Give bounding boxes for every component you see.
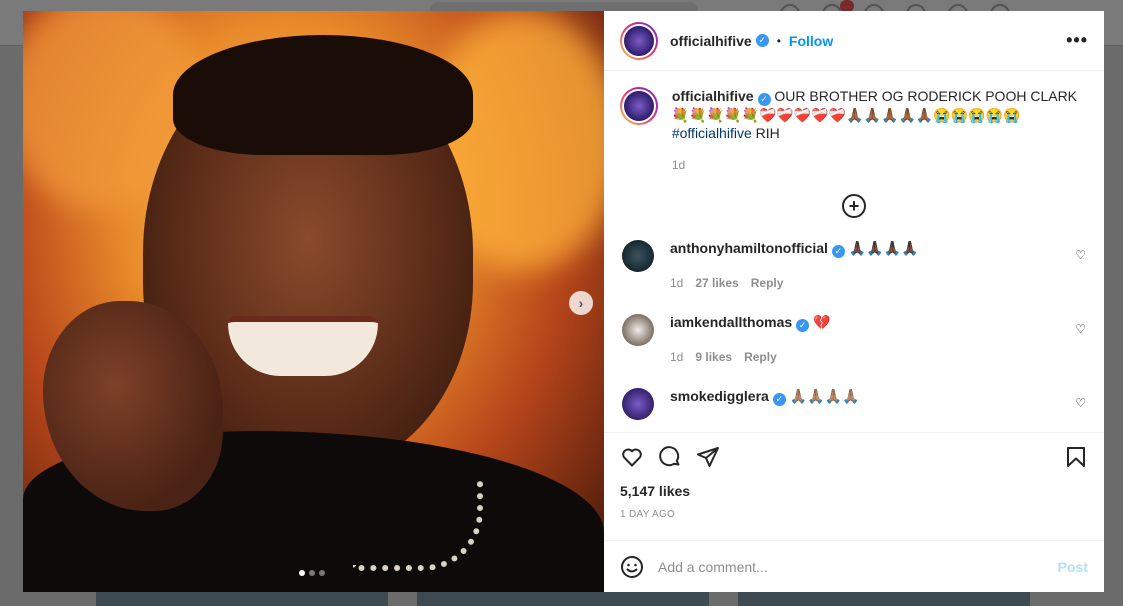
portrait-hair: [173, 35, 473, 155]
author-avatar[interactable]: [620, 87, 658, 125]
post-age: 1 DAY AGO: [620, 509, 676, 520]
comment-item: anthonyhamiltonofficial ✓ 🙏🏿🙏🏿🙏🏿🙏🏿 1d 27 …: [620, 239, 1088, 298]
comment-text: 💔: [813, 313, 831, 330]
comment-like-heart-icon[interactable]: ♡: [1075, 396, 1086, 410]
verified-badge-icon: ✓: [755, 34, 769, 47]
author-username[interactable]: officialhifive: [670, 33, 752, 49]
commenter-username[interactable]: iamkendallthomas: [670, 314, 792, 330]
comment-likes[interactable]: 27 likes: [695, 276, 738, 290]
post-caption: officialhifive ✓ OUR BROTHER OG RODERICK …: [620, 87, 1088, 174]
post-header: officialhifive ✓ • Follow •••: [604, 11, 1104, 71]
comment-like-heart-icon[interactable]: ♡: [1075, 322, 1086, 336]
author-avatar[interactable]: [620, 21, 658, 60]
verified-badge-icon: ✓: [796, 318, 810, 332]
post-comment-button[interactable]: Post: [1058, 559, 1088, 575]
comment-item: iamkendallthomas ✓ 💔 1d 9 likes Reply ♡: [620, 313, 1088, 372]
background-grid-tile: [417, 592, 709, 606]
bookmark-icon[interactable]: [1064, 445, 1088, 469]
post-sidebar: officialhifive ✓ • Follow ••• officialhi…: [604, 11, 1104, 592]
likes-count[interactable]: 5,147 likes: [620, 483, 1088, 499]
separator-dot: •: [776, 33, 781, 48]
commenter-avatar[interactable]: [622, 239, 654, 272]
background-grid-tile: [738, 592, 1030, 606]
comment-bubble-icon[interactable]: [658, 445, 682, 469]
heart-icon[interactable]: [620, 445, 644, 469]
comments-list[interactable]: officialhifive ✓ OUR BROTHER OG RODERICK …: [604, 71, 1104, 432]
post-image[interactable]: ›: [23, 11, 604, 592]
follow-button[interactable]: Follow: [789, 33, 833, 49]
background-grid-tile: [96, 592, 388, 606]
plus-circle-icon[interactable]: +: [842, 193, 866, 218]
commenter-username[interactable]: anthonyhamiltonofficial: [670, 240, 828, 256]
comment-age: 1d: [670, 349, 684, 364]
load-more-comments[interactable]: +: [620, 193, 1088, 218]
next-image-button[interactable]: ›: [569, 291, 593, 315]
verified-badge-icon: ✓: [757, 92, 771, 106]
commenter-avatar[interactable]: [622, 387, 654, 420]
caption-suffix: RIH: [751, 124, 780, 141]
post-actions: 5,147 likes 1 DAY AGO: [604, 432, 1104, 540]
reply-button[interactable]: Reply: [751, 276, 784, 290]
comment-item: smokedigglera ✓ 🙏🏽🙏🏽🙏🏽🙏🏽 ♡: [620, 387, 1088, 433]
carousel-dot-active: [299, 570, 305, 576]
caption-username[interactable]: officialhifive: [672, 88, 754, 104]
verified-badge-icon: ✓: [772, 392, 786, 406]
caption-hashtag[interactable]: #officialhifive: [672, 125, 752, 141]
carousel-dot: [309, 570, 315, 576]
add-comment-bar: Post: [604, 540, 1104, 592]
comment-age: 1d: [670, 275, 684, 290]
comment-input[interactable]: [658, 558, 1058, 575]
comment-likes[interactable]: 9 likes: [695, 350, 732, 364]
more-options-icon[interactable]: •••: [1066, 30, 1088, 51]
commenter-avatar[interactable]: [622, 313, 654, 346]
verified-badge-icon: ✓: [831, 244, 845, 258]
paper-plane-icon[interactable]: [696, 445, 720, 469]
comment-like-heart-icon[interactable]: ♡: [1075, 248, 1086, 262]
caption-age: 1d: [671, 157, 686, 172]
reply-button[interactable]: Reply: [744, 350, 777, 364]
carousel-indicator: [299, 570, 325, 576]
smiley-icon[interactable]: [620, 555, 644, 579]
carousel-dot: [319, 570, 325, 576]
comment-text: 🙏🏿🙏🏿🙏🏿🙏🏿: [848, 239, 919, 256]
comment-text: 🙏🏽🙏🏽🙏🏽🙏🏽: [789, 387, 860, 404]
post-modal: › officialhifive ✓ • Follow ••• official…: [23, 11, 1104, 592]
commenter-username[interactable]: smokedigglera: [670, 388, 769, 404]
